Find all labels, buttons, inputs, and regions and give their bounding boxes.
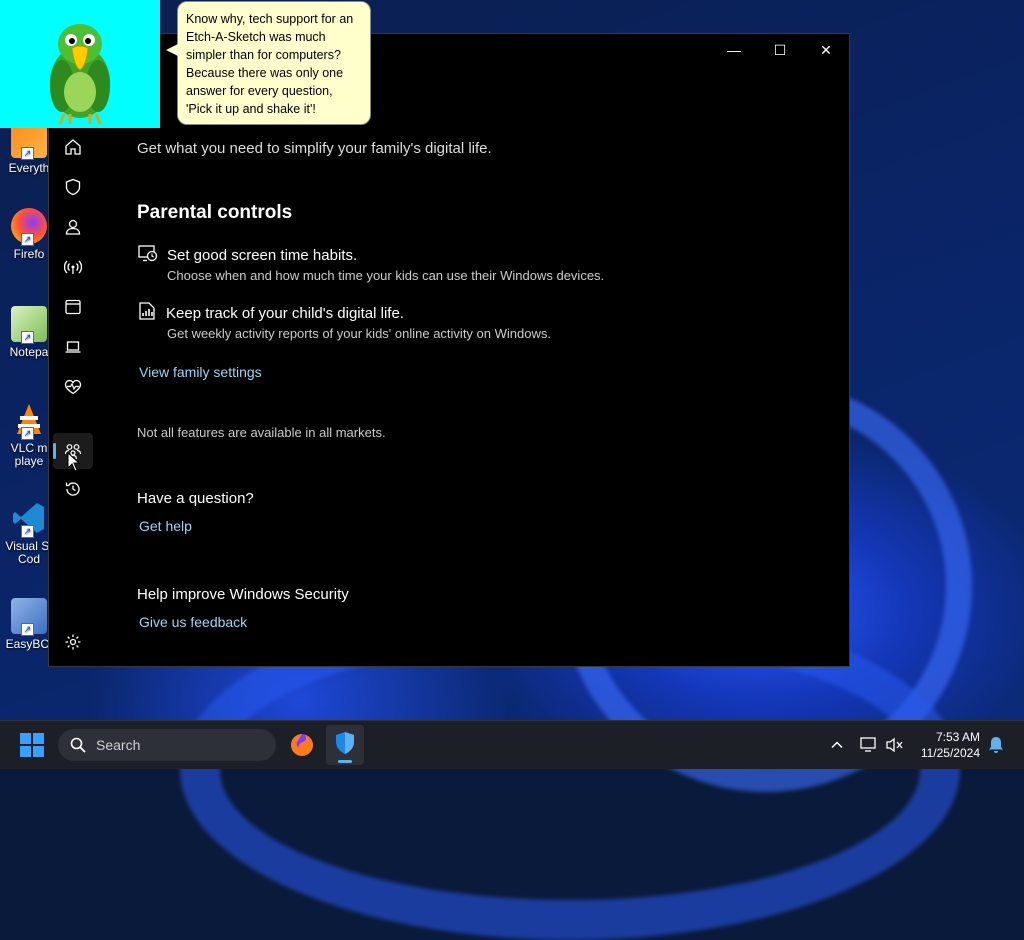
home-icon [65,139,81,155]
gear-icon [65,634,81,650]
windows-security-window: — ☐ ✕ Get what you need to simplify your… [48,33,850,667]
windows-logo-icon [20,733,44,757]
improve-heading: Help improve Windows Security [137,586,349,603]
volume-status[interactable] [886,721,904,769]
parrot-assistant[interactable] [0,0,160,128]
show-hidden-icons-button[interactable] [830,721,844,769]
laptop-icon [65,341,81,353]
feature-title: Keep track of your child's digital life. [166,305,404,322]
nav-virus-protection[interactable] [53,169,93,205]
side-navigation [49,114,97,666]
vscode-icon: ↗ [11,500,47,538]
speech-bubble: Know why, tech support for an Etch-A-Ske… [166,1,371,125]
wireless-icon [64,260,82,274]
taskbar-windows-security[interactable] [326,725,364,765]
clock-date: 11/25/2024 [920,746,980,760]
bell-icon [989,737,1003,753]
intro-text: Get what you need to simplify your famil… [137,140,492,157]
firefox-icon [291,734,313,756]
start-button[interactable] [20,733,44,757]
vlc-icon: ↗ [11,402,47,440]
network-icon [860,737,876,752]
screen-time-icon [138,245,158,262]
nav-settings[interactable] [53,624,93,660]
desktop-icon-label: Visual St Cod [5,539,53,566]
activity-report-icon [139,302,155,320]
nav-protection-history[interactable] [53,471,93,507]
search-icon [70,737,86,753]
chevron-up-icon [831,741,843,749]
question-heading: Have a question? [137,490,254,507]
taskbar: Search 7:53 AM 11/25/2024 [0,720,1024,769]
family-options-content: Get what you need to simplify your famil… [137,34,849,666]
desktop-icon-label: EasyBCI [5,637,53,651]
taskbar-search[interactable]: Search [58,729,276,761]
nav-app-browser-control[interactable] [53,289,93,325]
desktop-icon-label: Everyth [8,161,50,175]
heart-pulse-icon [64,379,82,395]
feature-description: Choose when and how much time your kids … [167,268,605,283]
feature-title: Set good screen time habits. [167,247,358,264]
shield-icon [336,732,354,754]
notepad-icon: ↗ [11,306,47,344]
search-placeholder: Search [96,737,141,753]
give-feedback-link[interactable]: Give us feedback [139,614,247,630]
active-app-indicator [338,760,352,763]
nav-firewall[interactable] [53,249,93,285]
mouse-cursor-icon [67,452,81,472]
network-status[interactable] [860,721,878,769]
history-icon [65,482,80,496]
section-title: Parental controls [137,202,293,223]
notifications-button[interactable] [988,721,1004,769]
browser-window-icon [65,299,81,315]
desktop-icon-label: Notepa [9,345,49,359]
feature-description: Get weekly activity reports of your kids… [167,326,551,341]
person-icon [65,219,81,235]
shield-icon [65,178,81,196]
easybcd-icon: ↗ [11,598,47,636]
nav-device-security[interactable] [53,329,93,365]
nav-device-performance[interactable] [53,369,93,405]
firefox-icon: ↗ [11,208,47,246]
get-help-link[interactable]: Get help [139,518,192,534]
taskbar-clock[interactable]: 7:53 AM 11/25/2024 [921,729,980,761]
speaker-muted-icon [886,737,903,753]
desktop-icon-label: VLC m playe [10,441,48,468]
parrot-icon [50,24,110,125]
view-family-settings-link[interactable]: View family settings [139,364,262,380]
desktop-icon-label: Firefo [13,247,45,261]
nav-home[interactable] [53,129,93,165]
clock-time: 7:53 AM [935,730,980,744]
markets-note: Not all features are available in all ma… [137,425,386,440]
nav-account-protection[interactable] [53,209,93,245]
taskbar-firefox[interactable] [288,731,316,759]
